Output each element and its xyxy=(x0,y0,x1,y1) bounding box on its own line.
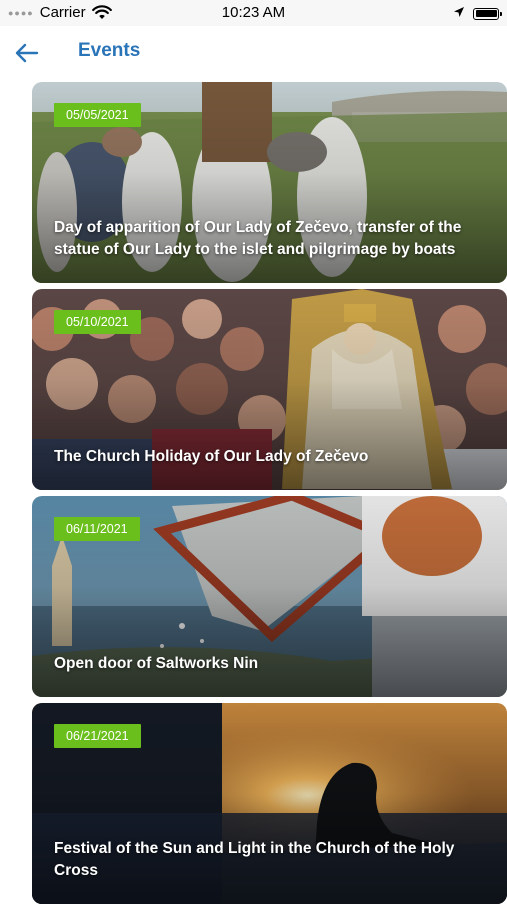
event-title: Open door of Saltworks Nin xyxy=(54,655,259,672)
date-badge: 05/10/2021 xyxy=(54,310,141,334)
location-arrow-icon xyxy=(453,5,465,22)
date-badge: 06/11/2021 xyxy=(54,517,140,541)
event-card[interactable]: 06/11/2021 Open door of Saltworks Nin xyxy=(32,496,507,697)
date-badge: 06/21/2021 xyxy=(54,724,141,748)
event-card[interactable]: 05/10/2021 The Church Holiday of Our Lad… xyxy=(32,289,507,490)
battery-icon xyxy=(473,7,502,20)
back-button[interactable] xyxy=(12,38,42,68)
event-title: The Church Holiday of Our Lady of Zečevo xyxy=(54,448,369,465)
status-right xyxy=(453,5,502,22)
page-title: Events xyxy=(78,40,141,61)
navigation-bar: Events xyxy=(0,26,507,80)
event-title: Festival of the Sun and Light in the Chu… xyxy=(54,840,455,879)
date-badge: 05/05/2021 xyxy=(54,103,141,127)
event-list: 05/05/2021 Day of apparition of Our Lady… xyxy=(32,82,507,910)
arrow-left-icon xyxy=(15,43,39,63)
status-bar: ●●●● Carrier 10:23 AM xyxy=(0,0,507,26)
status-time: 10:23 AM xyxy=(221,4,286,21)
event-card[interactable]: 05/05/2021 Day of apparition of Our Lady… xyxy=(32,82,507,283)
event-title: Day of apparition of Our Lady of Zečevo,… xyxy=(54,219,462,258)
event-card[interactable]: 06/21/2021 Festival of the Sun and Light… xyxy=(32,703,507,904)
